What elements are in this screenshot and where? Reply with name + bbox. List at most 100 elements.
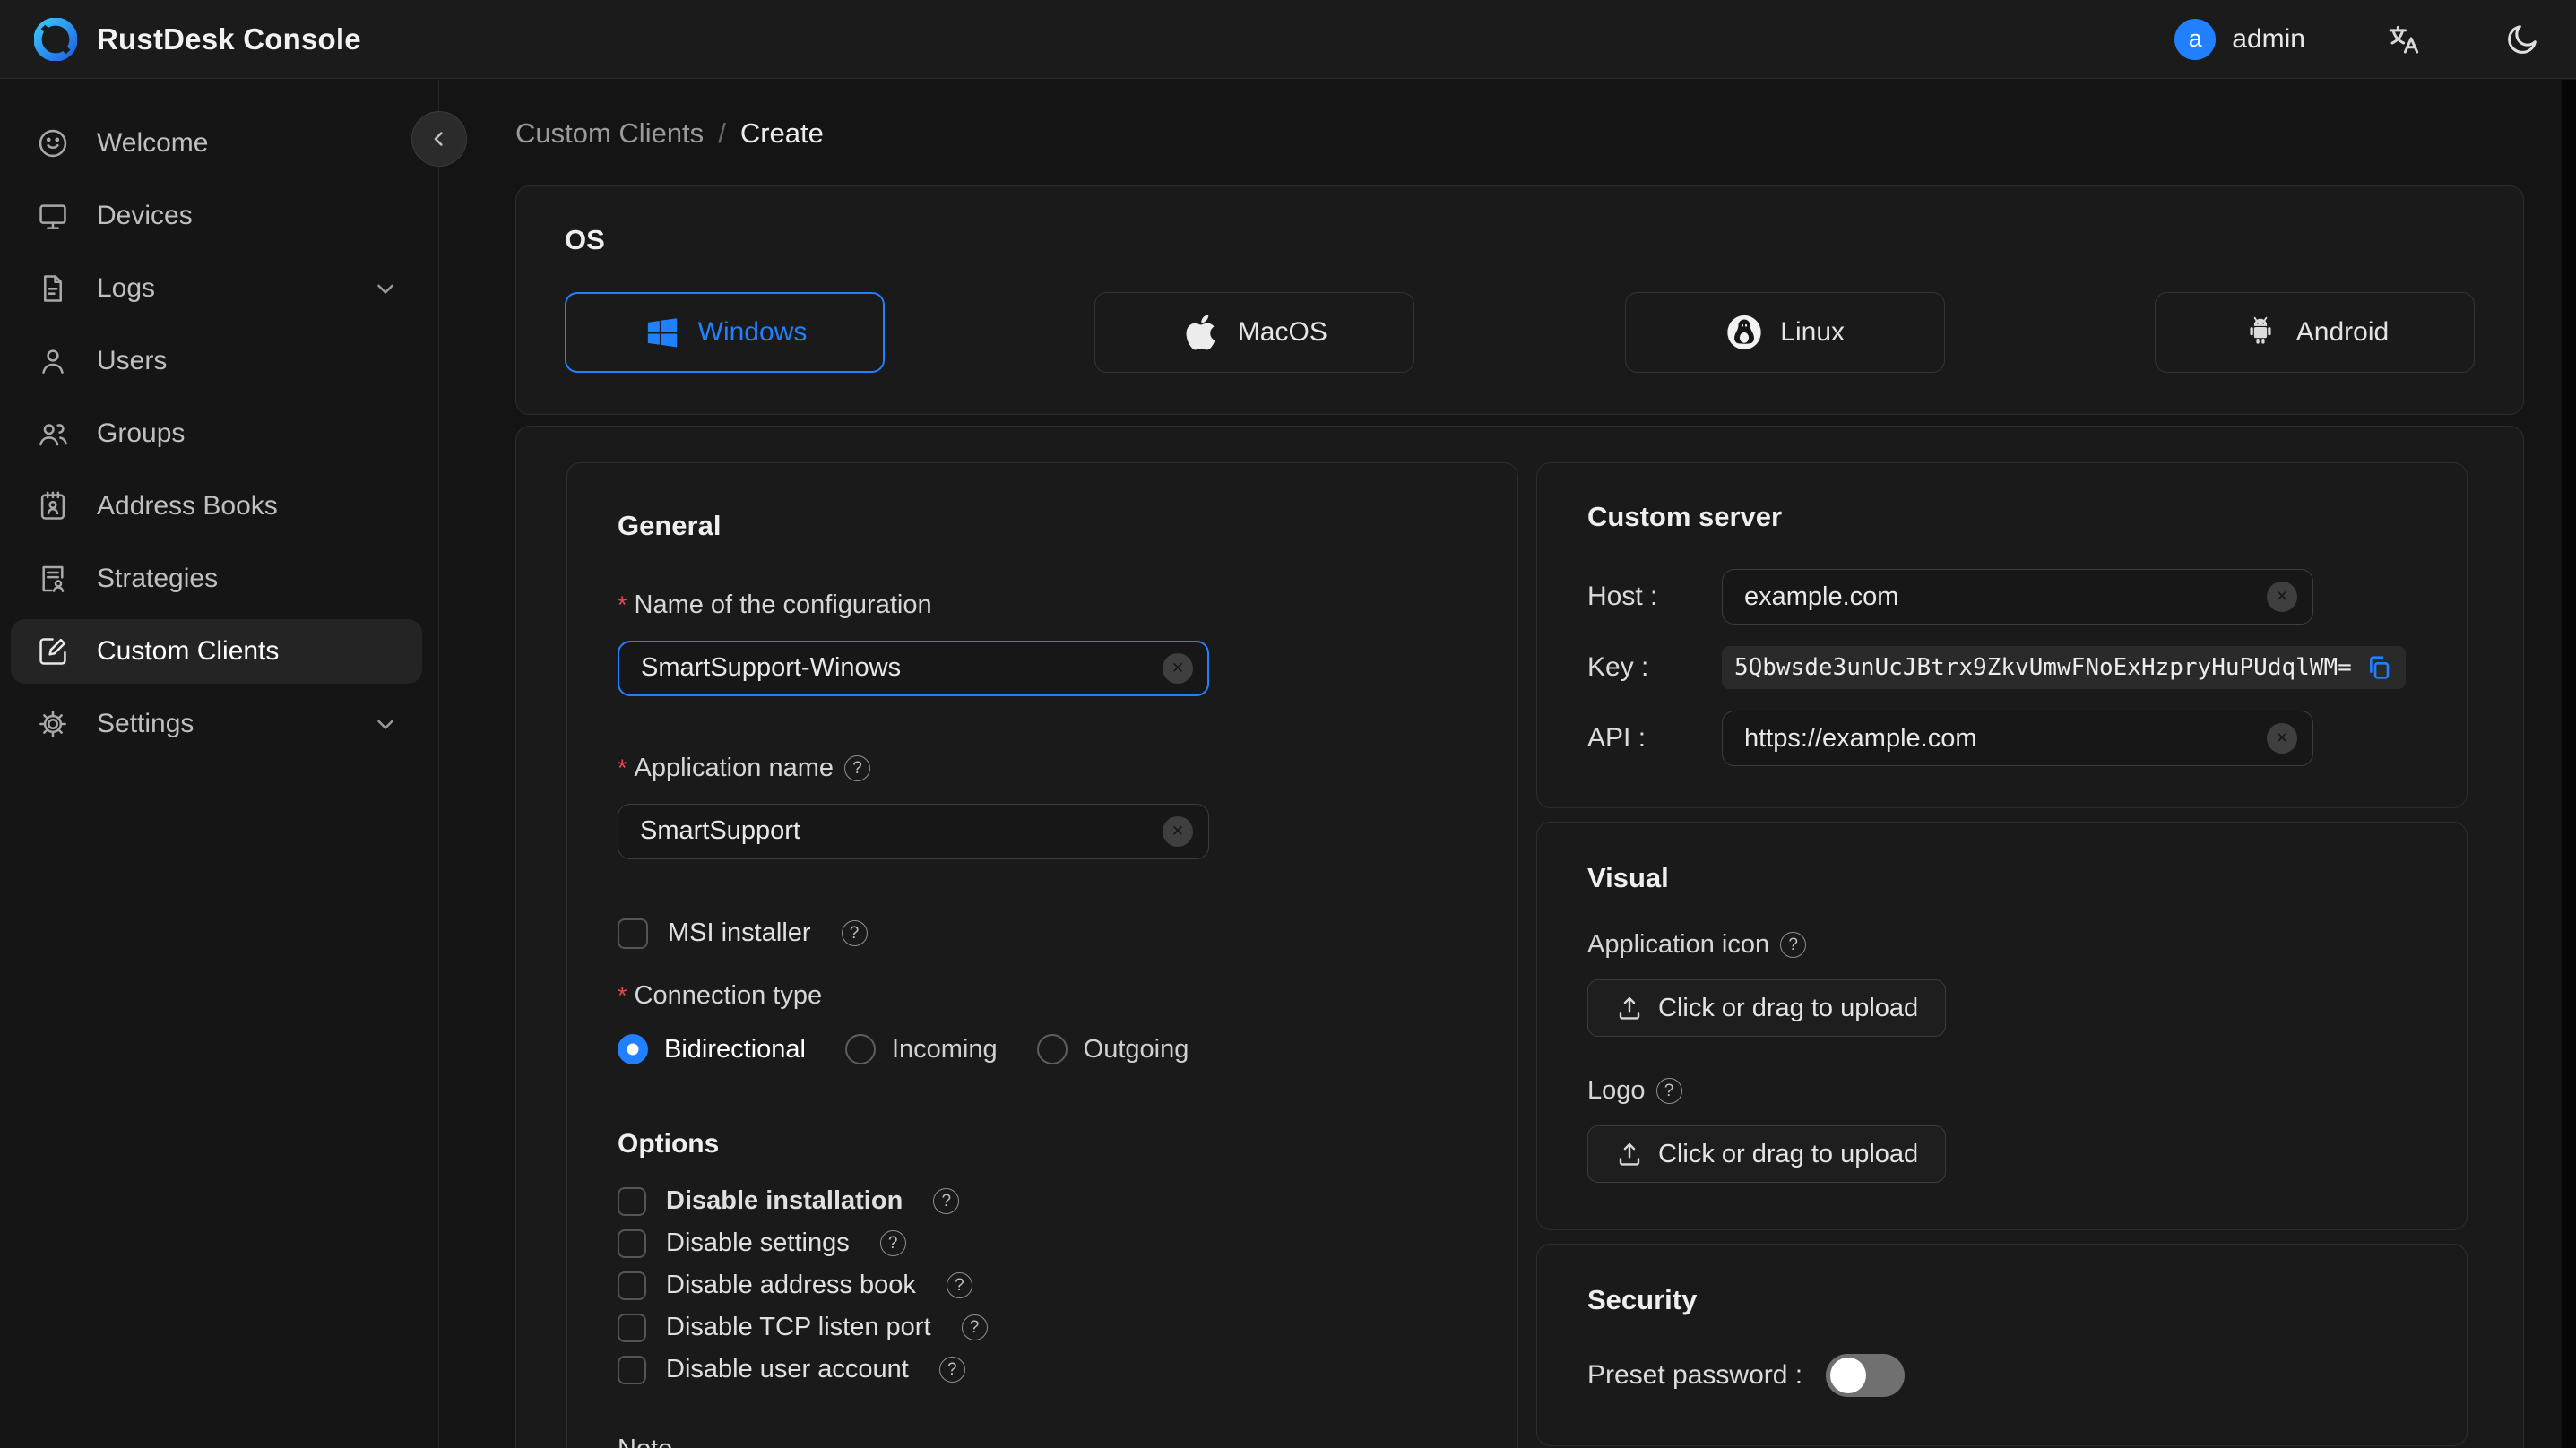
- os-button-linux[interactable]: Linux: [1624, 292, 1945, 373]
- sidebar-item-groups[interactable]: Groups: [11, 401, 422, 466]
- host-label: Host :: [1587, 582, 1658, 611]
- apple-logo-icon: [1182, 313, 1222, 352]
- sidebar-item-users[interactable]: Users: [11, 329, 422, 393]
- disable-installation-checkbox[interactable]: [618, 1186, 646, 1216]
- users-icon: [36, 417, 70, 451]
- msi-installer-label: MSI installer: [668, 918, 811, 948]
- help-icon[interactable]: ?: [879, 1230, 906, 1257]
- preset-password-label: Preset password :: [1587, 1360, 1803, 1390]
- connection-type-label: * Connection type: [618, 979, 1467, 1013]
- os-options-row: Windows MacOS Linux Android: [565, 292, 2475, 373]
- help-icon[interactable]: ?: [933, 1188, 960, 1215]
- user-name[interactable]: admin: [2232, 24, 2305, 55]
- api-field: ✕: [1722, 711, 2313, 766]
- server-key-strip: 5Qbwsde3unUcJBtrx9ZkvUmwFNoExHzpryHuPUdq…: [1722, 646, 2406, 689]
- sidebar-item-devices[interactable]: Devices: [11, 184, 422, 248]
- sidebar-item-label: Custom Clients: [97, 636, 280, 666]
- sidebar-item-settings[interactable]: Settings: [11, 692, 422, 756]
- user-icon: [36, 344, 70, 378]
- rustdesk-logo-icon: [34, 17, 77, 61]
- option-disable-installation: Disable installation ?: [618, 1186, 1467, 1216]
- upload-button-label: Click or drag to upload: [1658, 993, 1919, 1022]
- linux-logo-icon: [1725, 313, 1764, 352]
- config-wrapper-panel: General * Name of the configuration ✕ * …: [515, 426, 2524, 1448]
- help-icon[interactable]: ?: [841, 920, 868, 947]
- application-icon-upload-button[interactable]: Click or drag to upload: [1587, 979, 1947, 1037]
- host-input[interactable]: [1722, 569, 2313, 625]
- os-button-label: MacOS: [1237, 317, 1327, 347]
- msi-installer-checkbox[interactable]: [618, 918, 648, 949]
- upload-button-label: Click or drag to upload: [1658, 1139, 1919, 1168]
- application-name-input[interactable]: [618, 803, 1209, 859]
- sidebar-item-label: Address Books: [97, 491, 278, 521]
- chevron-down-icon: [372, 711, 399, 737]
- radio-incoming[interactable]: Incoming: [844, 1034, 998, 1065]
- breadcrumb-custom-clients[interactable]: Custom Clients: [515, 117, 704, 150]
- option-disable-tcp-listen-port: Disable TCP listen port ?: [618, 1313, 1467, 1342]
- app-header: RustDesk Console a admin: [0, 0, 2576, 79]
- help-icon[interactable]: ?: [1780, 932, 1807, 958]
- edit-icon: [36, 634, 70, 668]
- os-button-android[interactable]: Android: [2154, 292, 2475, 373]
- logo-upload-button[interactable]: Click or drag to upload: [1587, 1125, 1947, 1183]
- help-icon[interactable]: ?: [844, 755, 870, 782]
- right-column: Custom server Host : ✕ Key : 5Qbwsde3unU…: [1536, 462, 2468, 1446]
- sidebar-item-strategies[interactable]: Strategies: [11, 547, 422, 611]
- clear-icon[interactable]: ✕: [2267, 582, 2297, 612]
- dark-mode-moon-icon[interactable]: [2503, 20, 2542, 59]
- clear-icon[interactable]: ✕: [1163, 815, 1193, 847]
- security-panel: Security Preset password :: [1536, 1244, 2468, 1446]
- application-icon-label: Application icon ?: [1587, 930, 2416, 960]
- host-row: Host : ✕: [1587, 569, 2416, 625]
- disable-settings-checkbox[interactable]: [618, 1228, 646, 1258]
- required-asterisk: *: [618, 981, 627, 1009]
- toggle-knob: [1830, 1358, 1867, 1393]
- key-label: Key :: [1587, 652, 1649, 682]
- connection-type-options: Bidirectional Incoming Outgoing: [618, 1034, 1467, 1065]
- sidebar-item-label: Groups: [97, 418, 186, 448]
- help-icon[interactable]: ?: [946, 1272, 972, 1299]
- preset-password-toggle[interactable]: [1826, 1354, 1906, 1397]
- radio-outgoing[interactable]: Outgoing: [1036, 1034, 1189, 1065]
- disable-tcp-listen-port-checkbox[interactable]: [618, 1313, 646, 1342]
- os-button-macos[interactable]: MacOS: [1094, 292, 1415, 373]
- sidebar-collapse-button[interactable]: [411, 111, 467, 167]
- radio-icon: [1036, 1034, 1068, 1065]
- scrollbar-track[interactable]: [2562, 80, 2576, 1448]
- user-avatar[interactable]: a: [2174, 18, 2217, 60]
- help-icon[interactable]: ?: [1655, 1078, 1682, 1104]
- copy-icon[interactable]: [2364, 653, 2393, 682]
- document-icon: [36, 272, 70, 306]
- breadcrumb-create: Create: [739, 117, 824, 149]
- logo-label: Logo ?: [1587, 1076, 2416, 1106]
- sidebar-item-address-books[interactable]: Address Books: [11, 474, 422, 539]
- os-button-windows[interactable]: Windows: [565, 292, 885, 373]
- sidebar-item-welcome[interactable]: Welcome: [11, 111, 422, 176]
- msi-installer-row: MSI installer ?: [618, 918, 1467, 949]
- sidebar-item-logs[interactable]: Logs: [11, 256, 422, 321]
- sidebar-item-custom-clients[interactable]: Custom Clients: [11, 619, 422, 684]
- radio-icon: [844, 1034, 876, 1065]
- clear-icon[interactable]: ✕: [1163, 652, 1193, 684]
- sidebar-item-label: Welcome: [97, 128, 209, 158]
- config-name-input[interactable]: [618, 640, 1209, 696]
- api-input[interactable]: [1722, 711, 2313, 766]
- custom-server-panel: Custom server Host : ✕ Key : 5Qbwsde3unU…: [1536, 462, 2468, 808]
- sidebar-item-label: Devices: [97, 201, 193, 230]
- clear-icon[interactable]: ✕: [2267, 723, 2297, 754]
- sidebar-item-label: Logs: [97, 273, 156, 303]
- disable-user-account-checkbox[interactable]: [618, 1355, 646, 1384]
- sidebar-item-label: Settings: [97, 709, 194, 738]
- strategy-icon: [36, 562, 70, 596]
- config-name-field: ✕: [618, 640, 1209, 696]
- general-title: General: [618, 510, 722, 541]
- language-icon[interactable]: [2384, 20, 2424, 59]
- sidebar-item-label: Strategies: [97, 564, 219, 593]
- gear-icon: [36, 707, 70, 741]
- main-content: Custom Clients / Create OS Windows MacOS…: [440, 80, 2576, 1448]
- visual-panel: Visual Application icon ? Click or drag: [1536, 822, 2468, 1230]
- radio-bidirectional[interactable]: Bidirectional: [618, 1034, 806, 1065]
- disable-address-book-checkbox[interactable]: [618, 1271, 646, 1300]
- help-icon[interactable]: ?: [938, 1357, 965, 1383]
- help-icon[interactable]: ?: [961, 1314, 988, 1341]
